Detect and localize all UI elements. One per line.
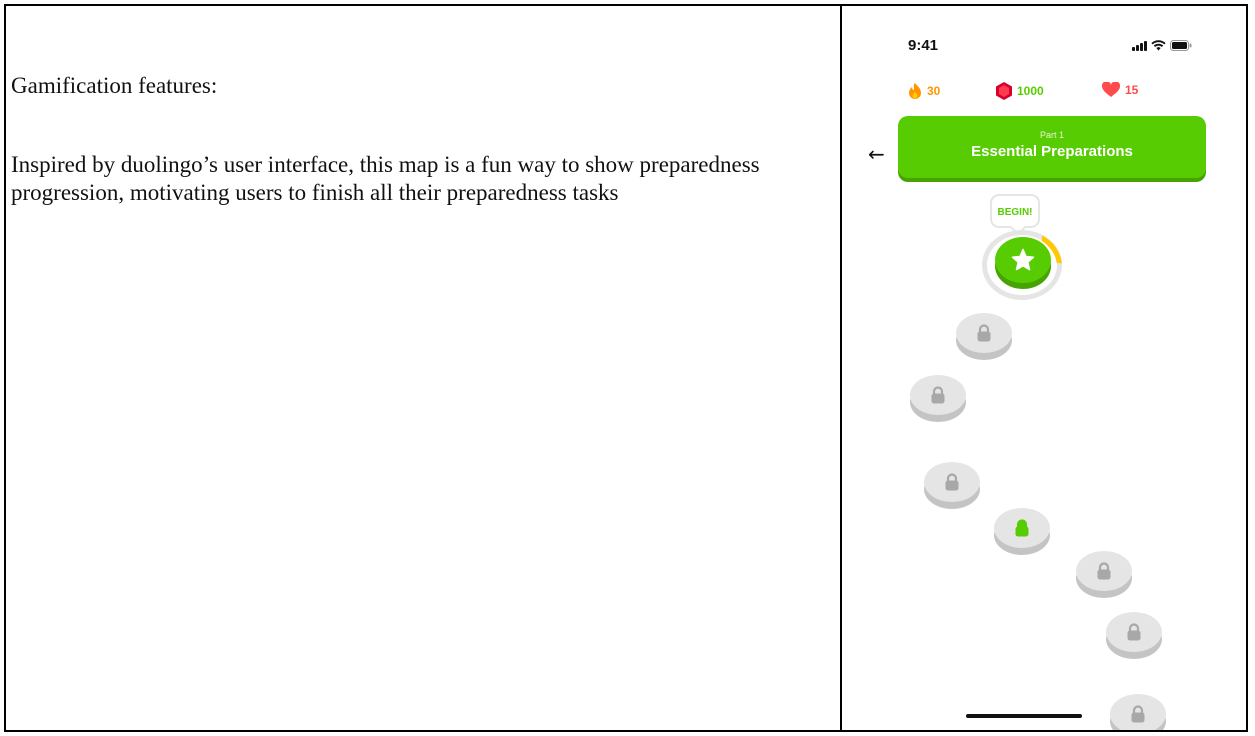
- lesson-node[interactable]: [1076, 551, 1132, 591]
- home-indicator: [966, 714, 1082, 718]
- gem-icon: [996, 82, 1012, 100]
- document-table: Gamification features: Inspired by duoli…: [4, 4, 1248, 732]
- begin-tooltip: BEGIN!: [990, 194, 1040, 228]
- status-time: 9:41: [908, 37, 939, 54]
- lesson-node[interactable]: [956, 313, 1012, 353]
- lock-icon: [931, 386, 945, 404]
- description-cell: Gamification features: Inspired by duoli…: [6, 6, 840, 730]
- lesson-node[interactable]: [994, 508, 1050, 548]
- hearts-value: 15: [1125, 83, 1139, 97]
- wifi-icon: [1151, 40, 1166, 51]
- lock-icon: [1127, 623, 1141, 641]
- lesson-node[interactable]: [910, 375, 966, 415]
- battery-icon: [1170, 40, 1192, 51]
- start-lesson-button[interactable]: [995, 237, 1051, 283]
- heart-icon: [1102, 82, 1120, 97]
- lock-icon: [1015, 519, 1029, 537]
- lock-icon: [977, 324, 991, 342]
- unit-header-button[interactable]: Part 1 Essential Preparations: [898, 116, 1206, 178]
- streak-value: 30: [927, 84, 941, 98]
- star-icon: [1011, 248, 1035, 271]
- gems-counter[interactable]: 1000: [996, 82, 1044, 100]
- arrow-left-icon[interactable]: ←: [868, 144, 885, 164]
- streak-counter[interactable]: 30: [908, 82, 940, 100]
- flame-icon: [909, 83, 921, 99]
- lock-icon: [945, 473, 959, 491]
- phone-mockup: 9:41 30 1000 15 ← Part 1 Essential Prepa…: [842, 6, 1246, 730]
- lesson-node[interactable]: [924, 462, 980, 502]
- signal-icon: [1132, 41, 1147, 51]
- unit-part-label: Part 1: [1039, 130, 1064, 140]
- unit-title: Essential Preparations: [971, 143, 1133, 160]
- lock-icon: [1131, 705, 1145, 723]
- stats-bar: 30 1000 15: [842, 82, 1246, 102]
- gems-value: 1000: [1017, 84, 1044, 98]
- status-icons: [1132, 40, 1192, 51]
- lesson-node[interactable]: [1106, 612, 1162, 652]
- lesson-node[interactable]: [1110, 694, 1166, 730]
- lock-icon: [1097, 562, 1111, 580]
- hearts-counter[interactable]: 15: [1102, 82, 1138, 98]
- section-heading: Gamification features:: [11, 73, 218, 98]
- section-description: Inspired by duolingo’s user interface, t…: [11, 152, 760, 205]
